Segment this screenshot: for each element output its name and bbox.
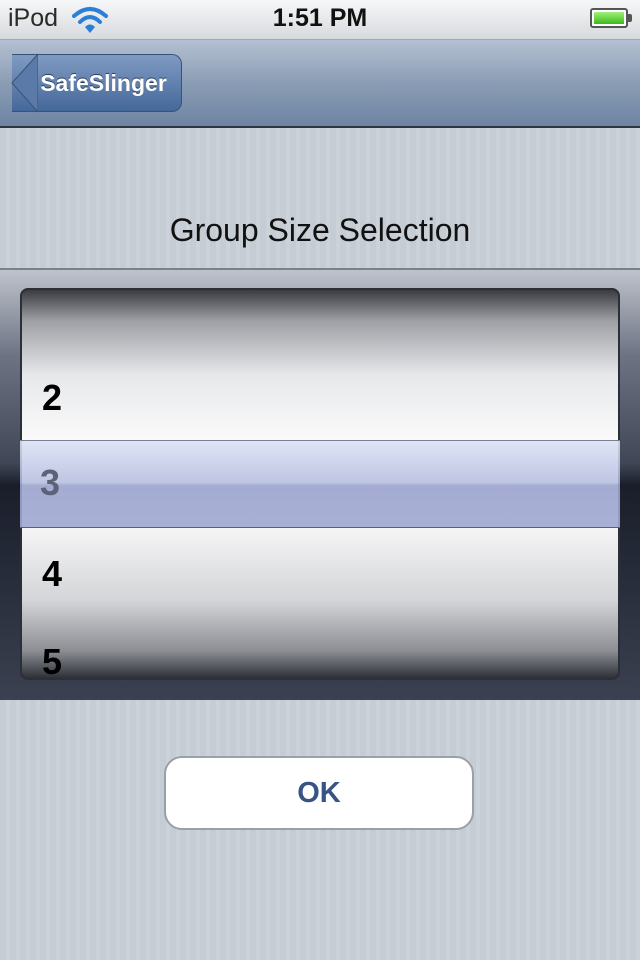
picker-item-5[interactable]: 5	[42, 642, 62, 679]
ok-button[interactable]: OK	[164, 756, 474, 830]
battery-icon	[590, 8, 628, 28]
page-title: Group Size Selection	[169, 212, 471, 248]
picker-selection-indicator[interactable]: 3	[20, 440, 620, 528]
picker-item-4[interactable]: 4	[42, 554, 62, 594]
status-time: 1:51 PM	[272, 4, 368, 32]
back-chevron-icon	[11, 53, 38, 113]
navigation-bar: SafeSlinger	[0, 40, 640, 128]
picker-selected-item: 3	[40, 462, 61, 503]
back-button-label: SafeSlinger	[40, 69, 167, 96]
battery-tip	[628, 14, 632, 22]
status-bar: iPod 1:51 PM	[0, 0, 640, 40]
picker-item-2[interactable]: 2	[42, 378, 62, 418]
